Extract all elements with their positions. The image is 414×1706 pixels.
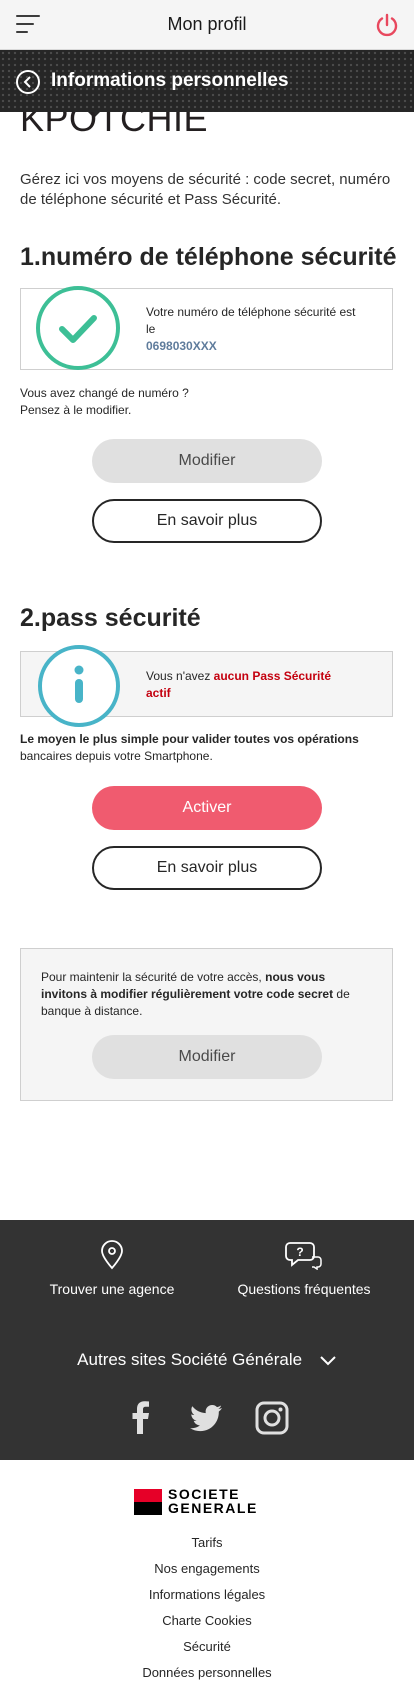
footer-link-engagements[interactable]: Nos engagements bbox=[0, 1556, 414, 1582]
activate-pass-button[interactable]: Activer bbox=[92, 786, 322, 830]
other-sites-label: Autres sites Société Générale bbox=[77, 1350, 303, 1369]
other-sites-dropdown[interactable]: Autres sites Société Générale bbox=[0, 1350, 414, 1370]
top-bar: Mon profil bbox=[0, 0, 414, 50]
intro-text: Gérez ici vos moyens de sécurité : code … bbox=[20, 171, 391, 208]
location-pin-icon bbox=[101, 1240, 123, 1270]
phone-status-text: Votre numéro de téléphone sécurité est l… bbox=[146, 305, 356, 353]
phone-section-title: 1.numéro de téléphone sécurité bbox=[20, 243, 397, 271]
find-agency-label: Trouver une agence bbox=[49, 1281, 175, 1297]
modify-code-button[interactable]: Modifier bbox=[92, 1035, 322, 1079]
section-header-bar: Informations personnelles bbox=[0, 50, 414, 112]
footer-link-legal[interactable]: Informations légales bbox=[0, 1582, 414, 1608]
check-circle-icon bbox=[36, 286, 120, 370]
faq-label: Questions fréquentes bbox=[237, 1281, 371, 1297]
profile-name: KPOTCHIE bbox=[20, 112, 209, 139]
chevron-down-icon bbox=[320, 1355, 336, 1365]
footer-link-cookies[interactable]: Charte Cookies bbox=[0, 1608, 414, 1634]
info-circle-icon bbox=[38, 645, 120, 727]
footer-link-security[interactable]: Sécurité bbox=[0, 1634, 414, 1660]
page-title: Mon profil bbox=[167, 14, 247, 34]
footer-links: Tarifs Nos engagements Informations léga… bbox=[0, 1530, 414, 1686]
question-bubble-icon: ? bbox=[285, 1242, 322, 1271]
phone-status-box: Votre numéro de téléphone sécurité est l… bbox=[20, 286, 393, 370]
pass-status-box: Vous n'avez aucun Pass Sécurité actif bbox=[20, 645, 393, 727]
brand-mark bbox=[134, 1489, 162, 1515]
faq-link[interactable]: ? Questions fréquentes bbox=[222, 1240, 386, 1297]
secret-code-panel: Pour maintenir la sécurité de votre accè… bbox=[20, 948, 393, 1101]
modify-phone-button[interactable]: Modifier bbox=[92, 439, 322, 483]
find-agency-link[interactable]: Trouver une agence bbox=[30, 1240, 194, 1297]
pass-description: Le moyen le plus simple pour valider tou… bbox=[20, 732, 359, 763]
pass-status-text: Vous n'avez aucun Pass Sécurité actif bbox=[146, 669, 332, 700]
footer-services: Trouver une agence ? Questions fréquente… bbox=[0, 1220, 414, 1460]
brand-wordmark: SOCIETE GENERALE bbox=[168, 1486, 258, 1516]
societe-generale-logo[interactable]: SOCIETE GENERALE bbox=[134, 1487, 284, 1517]
phone-number: 0698030XXX bbox=[146, 339, 217, 353]
footer-link-tarifs[interactable]: Tarifs bbox=[0, 1530, 414, 1556]
back-button[interactable] bbox=[16, 70, 40, 94]
facebook-icon[interactable] bbox=[123, 1400, 159, 1436]
secret-code-text: Pour maintenir la sécurité de votre accè… bbox=[41, 970, 350, 1018]
footer-legal: SOCIETE GENERALE Tarifs Nos engagements … bbox=[0, 1460, 414, 1706]
chevron-left-icon bbox=[23, 76, 31, 88]
pass-learn-more-button[interactable]: En savoir plus bbox=[92, 846, 322, 890]
svg-text:?: ? bbox=[296, 1245, 303, 1259]
pass-section-title: 2.pass sécurité bbox=[20, 604, 201, 632]
instagram-icon[interactable] bbox=[254, 1400, 290, 1436]
footer-link-personal-data[interactable]: Données personnelles bbox=[0, 1660, 414, 1686]
twitter-icon[interactable] bbox=[188, 1400, 224, 1436]
power-logout-icon[interactable] bbox=[374, 12, 400, 38]
phone-changed-text: Vous avez changé de numéro ? Pensez à le… bbox=[20, 386, 189, 417]
phone-learn-more-button[interactable]: En savoir plus bbox=[92, 499, 322, 543]
section-header-title: Informations personnelles bbox=[51, 70, 289, 91]
